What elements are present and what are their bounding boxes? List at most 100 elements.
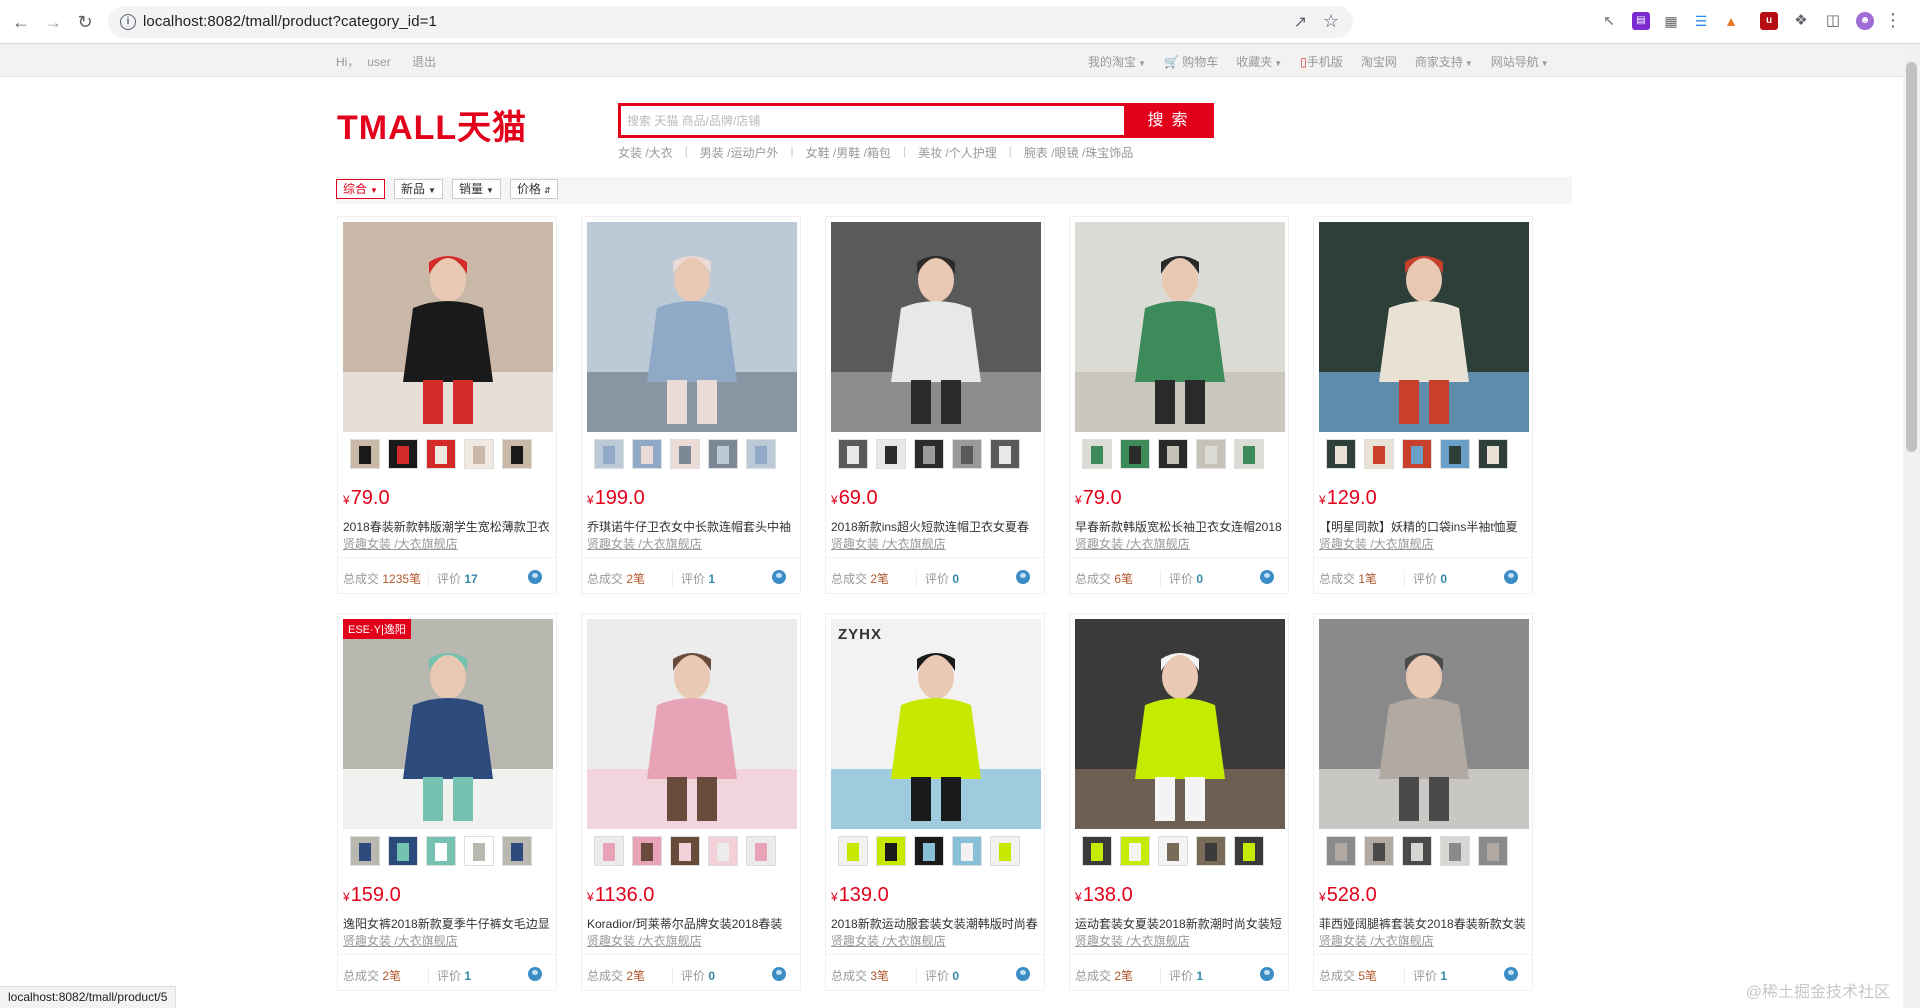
review-count[interactable]: 评价 1 (428, 967, 471, 984)
thumbnail-image[interactable] (990, 439, 1020, 469)
thumbnail-image[interactable] (952, 836, 982, 866)
taobao-link[interactable]: 淘宝网 (1361, 53, 1397, 70)
product-title[interactable]: 2018新款运动服套装女装潮韩版时尚春 (831, 915, 1043, 932)
review-count[interactable]: 评价 1 (672, 570, 715, 587)
product-title[interactable]: 运动套装女夏装2018新款潮时尚女装短 (1075, 915, 1287, 932)
thumbnail-image[interactable] (1082, 439, 1112, 469)
thumbnail-image[interactable] (426, 836, 456, 866)
product-image[interactable] (587, 222, 797, 432)
product-image[interactable] (343, 619, 553, 829)
thumbnail-image[interactable] (632, 836, 662, 866)
wangwang-chat-icon[interactable] (1016, 570, 1030, 584)
hot-word-link[interactable]: 美妆 /个人护理 (918, 144, 997, 161)
thumbnail-image[interactable] (1158, 836, 1188, 866)
thumbnail-image[interactable] (464, 439, 494, 469)
side-panel-icon[interactable]: ◫ (1824, 12, 1842, 30)
shop-link[interactable]: 贤趣女装 /大衣旗舰店 (343, 932, 458, 949)
sort-price-button[interactable]: 价格 ⇵ (510, 179, 558, 199)
wangwang-chat-icon[interactable] (1260, 570, 1274, 584)
share-icon[interactable]: ↗ (1294, 12, 1307, 32)
thumbnail-image[interactable] (746, 439, 776, 469)
review-count[interactable]: 评价 17 (428, 570, 478, 587)
sort-new-button[interactable]: 新品 ▼ (394, 179, 443, 199)
search-input[interactable] (621, 106, 1126, 135)
thumbnail-image[interactable] (990, 836, 1020, 866)
product-card[interactable]: ¥79.0 早春新款韩版宽松长袖卫衣女连帽2018 贤趣女装 /大衣旗舰店 总成交 6… (1069, 216, 1289, 594)
thumbnail-image[interactable] (388, 836, 418, 866)
cart-link[interactable]: 🛒 购物车 (1164, 53, 1218, 70)
product-image[interactable] (343, 222, 553, 432)
logout-link[interactable]: 退出 (412, 53, 436, 70)
sort-default-button[interactable]: 综合 ▼ (336, 179, 385, 199)
thumbnail-image[interactable] (876, 836, 906, 866)
thumbnail-image[interactable] (952, 439, 982, 469)
thumbnail-image[interactable] (1234, 439, 1264, 469)
thumbnail-image[interactable] (594, 836, 624, 866)
reload-icon[interactable]: ↻ (73, 10, 97, 34)
extension-purple-icon[interactable]: ▤ (1632, 12, 1650, 30)
extension-grid-icon[interactable]: ▦ (1662, 12, 1680, 30)
wangwang-chat-icon[interactable] (1504, 570, 1518, 584)
site-nav-link[interactable]: 网站导航 ▼ (1491, 53, 1549, 70)
favorites-link[interactable]: 收藏夹 ▼ (1236, 53, 1282, 70)
tmall-logo[interactable]: TMALL天猫 (337, 100, 527, 147)
thumbnail-image[interactable] (1364, 439, 1394, 469)
thumbnail-image[interactable] (1402, 836, 1432, 866)
thumbnail-image[interactable] (426, 439, 456, 469)
thumbnail-image[interactable] (502, 439, 532, 469)
ublock-icon[interactable]: u (1760, 12, 1778, 30)
product-card[interactable]: ¥69.0 2018新款ins超火短款连帽卫衣女夏春 贤趣女装 /大衣旗舰店 总成交 … (825, 216, 1045, 594)
product-card[interactable]: ¥1136.0 Koradior/珂莱蒂尔品牌女装2018春装 贤趣女装 /大衣旗舰… (581, 613, 801, 991)
product-title[interactable]: 2018春装新款韩版潮学生宽松薄款卫衣 (343, 518, 555, 535)
thumbnail-image[interactable] (838, 836, 868, 866)
hot-word-link[interactable]: 男装 /运动户外 (700, 144, 779, 161)
browser-menu-icon[interactable]: ⋮ (1884, 10, 1902, 31)
address-url[interactable]: localhost:8082/tmall/product?category_id… (143, 13, 437, 30)
product-image[interactable] (831, 222, 1041, 432)
thumbnail-image[interactable] (594, 439, 624, 469)
wangwang-chat-icon[interactable] (528, 967, 542, 981)
review-count[interactable]: 评价 1 (1160, 967, 1203, 984)
thumbnail-image[interactable] (1120, 439, 1150, 469)
thumbnail-image[interactable] (1326, 439, 1356, 469)
thumbnail-image[interactable] (1478, 836, 1508, 866)
review-count[interactable]: 评价 0 (916, 967, 959, 984)
thumbnail-image[interactable] (1158, 439, 1188, 469)
thumbnail-image[interactable] (746, 836, 776, 866)
extension-flame-icon[interactable]: ▲ (1722, 12, 1740, 30)
thumbnail-image[interactable] (502, 836, 532, 866)
address-bar[interactable]: i localhost:8082/tmall/product?category_… (108, 6, 1353, 38)
wangwang-chat-icon[interactable] (1016, 967, 1030, 981)
scrollbar[interactable] (1903, 44, 1920, 1008)
product-title[interactable]: 【明星同款】妖精的口袋ins半袖t恤夏 (1319, 518, 1531, 535)
mobile-link[interactable]: ▯手机版 (1300, 53, 1343, 70)
review-count[interactable]: 评价 0 (1404, 570, 1447, 587)
wangwang-chat-icon[interactable] (528, 570, 542, 584)
shop-link[interactable]: 贤趣女装 /大衣旗舰店 (587, 932, 702, 949)
hot-word-link[interactable]: 女鞋 /男鞋 /箱包 (806, 144, 891, 161)
thumbnail-image[interactable] (670, 836, 700, 866)
thumbnail-image[interactable] (1326, 836, 1356, 866)
product-image[interactable] (1075, 619, 1285, 829)
product-image[interactable] (587, 619, 797, 829)
back-icon[interactable]: ← (9, 10, 33, 34)
thumbnail-image[interactable] (1082, 836, 1112, 866)
username-link[interactable]: user (367, 55, 390, 69)
thumbnail-image[interactable] (1234, 836, 1264, 866)
shop-link[interactable]: 贤趣女装 /大衣旗舰店 (587, 535, 702, 552)
thumbnail-image[interactable] (1364, 836, 1394, 866)
product-title[interactable]: 乔琪诺牛仔卫衣女中长款连帽套头中袖 (587, 518, 799, 535)
product-image[interactable] (1319, 619, 1529, 829)
thumbnail-image[interactable] (670, 439, 700, 469)
product-card[interactable]: ESE·Y|逸阳 ¥159.0 逸阳女裤2018新款夏季牛仔裤女毛边显 贤趣女装 /大… (337, 613, 557, 991)
scrollbar-thumb[interactable] (1906, 62, 1917, 452)
thumbnail-image[interactable] (464, 836, 494, 866)
site-info-icon[interactable]: i (120, 14, 136, 30)
merchant-support-link[interactable]: 商家支持 ▼ (1415, 53, 1473, 70)
thumbnail-image[interactable] (914, 836, 944, 866)
thumbnail-image[interactable] (1196, 836, 1226, 866)
shop-link[interactable]: 贤趣女装 /大衣旗舰店 (831, 932, 946, 949)
product-image[interactable] (1319, 222, 1529, 432)
product-title[interactable]: 2018新款ins超火短款连帽卫衣女夏春 (831, 518, 1043, 535)
hot-word-link[interactable]: 女装 /大衣 (618, 144, 673, 161)
